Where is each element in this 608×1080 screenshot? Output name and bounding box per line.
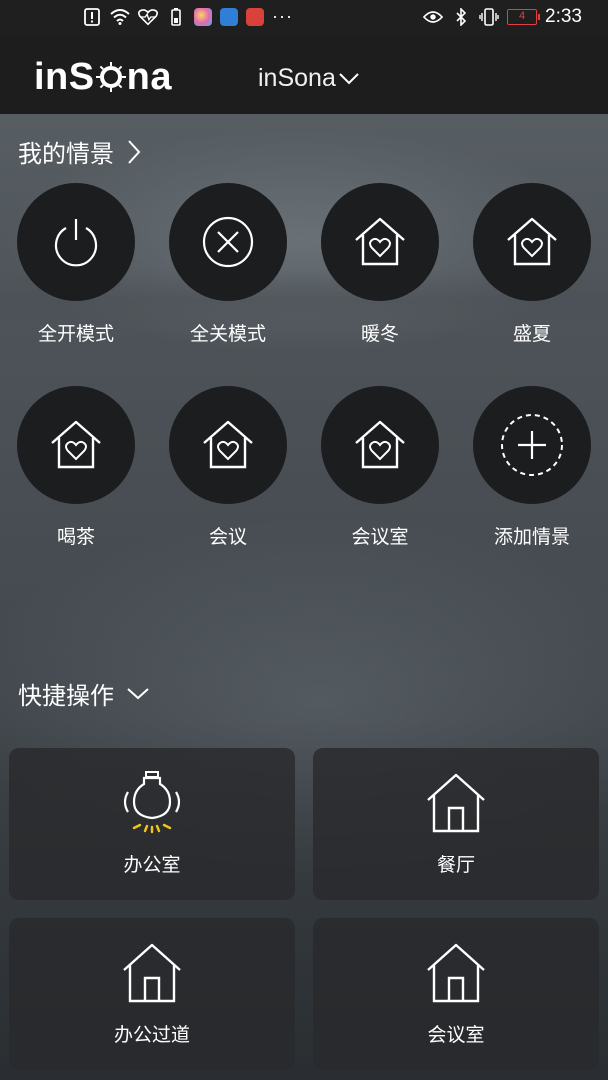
app-red-icon <box>246 7 264 26</box>
app-header: inS na inSona <box>0 36 608 114</box>
scene-circle <box>17 183 135 301</box>
scene-meeting[interactable]: 会议 <box>152 386 304 549</box>
scene-label: 喝茶 <box>56 526 95 548</box>
quick-actions-header[interactable]: 快捷操作 <box>18 676 150 711</box>
my-scenes-title: 我的情景 <box>18 140 114 168</box>
alert-icon <box>82 7 102 27</box>
quick-actions-title: 快捷操作 <box>18 682 114 710</box>
heart-rate-icon <box>138 7 158 27</box>
quick-corridor[interactable]: 办公过道 <box>9 918 295 1070</box>
scene-tea[interactable]: 喝茶 <box>0 386 152 549</box>
power-icon <box>54 219 98 267</box>
quick-icon-wrap <box>425 940 487 1006</box>
home-heart-icon <box>355 420 405 469</box>
wifi-icon <box>110 7 130 27</box>
scene-all-off[interactable]: 全关模式 <box>152 183 304 346</box>
scene-label: 会议室 <box>351 526 409 548</box>
quick-icon-wrap <box>425 770 487 836</box>
scene-circle <box>169 183 287 301</box>
home-icon <box>123 943 181 1003</box>
scene-circle <box>321 386 439 504</box>
home-icon <box>427 773 485 833</box>
scene-circle <box>17 386 135 504</box>
my-scenes-header[interactable]: 我的情景 <box>18 134 142 169</box>
scene-label: 会议 <box>208 526 247 548</box>
brand-logo: inS na <box>34 56 172 99</box>
scene-circle <box>473 183 591 301</box>
home-heart-icon <box>507 217 557 266</box>
quick-meeting-room[interactable]: 会议室 <box>313 918 599 1070</box>
scene-circle <box>473 386 591 504</box>
scene-label: 添加情景 <box>493 526 570 548</box>
chevron-down-icon <box>127 687 149 699</box>
scene-label: 全关模式 <box>189 323 266 345</box>
battery-icon: 4 <box>507 9 541 25</box>
add-circle-icon <box>501 414 563 476</box>
eye-icon <box>423 7 444 27</box>
vibrate-icon <box>479 7 499 27</box>
scene-circle <box>169 386 287 504</box>
quick-icon-wrap <box>121 940 183 1006</box>
scene-add[interactable]: 添加情景 <box>456 386 608 549</box>
battery-saver-icon <box>166 7 186 27</box>
scene-warm-winter[interactable]: 暖冬 <box>304 183 456 346</box>
brand-text-end: na <box>126 56 172 98</box>
quick-icon-wrap <box>120 770 184 836</box>
scene-circle <box>321 183 439 301</box>
close-circle-icon <box>202 216 254 268</box>
bluetooth-icon <box>451 7 471 27</box>
venue-name: inSona <box>258 64 336 92</box>
app-blue-icon <box>220 7 238 26</box>
app-colorful-icon <box>194 7 212 26</box>
venue-selector[interactable]: inSona <box>258 64 360 93</box>
scene-label: 暖冬 <box>360 323 399 345</box>
status-bar: ··· 4 2:33 <box>0 0 608 36</box>
scene-label: 盛夏 <box>512 323 551 345</box>
quick-label: 办公过道 <box>113 1024 190 1046</box>
scene-meeting-room[interactable]: 会议室 <box>304 386 456 549</box>
chevron-down-icon <box>339 72 359 84</box>
quick-label: 会议室 <box>427 1024 485 1046</box>
home-icon <box>427 943 485 1003</box>
quick-office[interactable]: 办公室 <box>9 748 295 900</box>
quick-dining[interactable]: 餐厅 <box>313 748 599 900</box>
home-heart-icon <box>355 217 405 266</box>
quick-label: 办公室 <box>123 854 181 876</box>
home-heart-icon <box>51 420 101 469</box>
status-right: 4 2:33 <box>423 6 582 28</box>
quick-label: 餐厅 <box>436 854 475 876</box>
light-bulb-icon <box>123 771 181 834</box>
brand-text-start: inS <box>34 56 95 98</box>
clock: 2:33 <box>545 6 582 27</box>
scene-label: 全开模式 <box>37 323 114 345</box>
chevron-right-icon <box>128 139 141 164</box>
status-left: ··· <box>82 6 293 27</box>
scene-all-on[interactable]: 全开模式 <box>0 183 152 346</box>
home-heart-icon <box>203 420 253 469</box>
scene-midsummer[interactable]: 盛夏 <box>456 183 608 346</box>
status-more: ··· <box>272 6 293 26</box>
sun-logo-icon <box>95 62 126 92</box>
